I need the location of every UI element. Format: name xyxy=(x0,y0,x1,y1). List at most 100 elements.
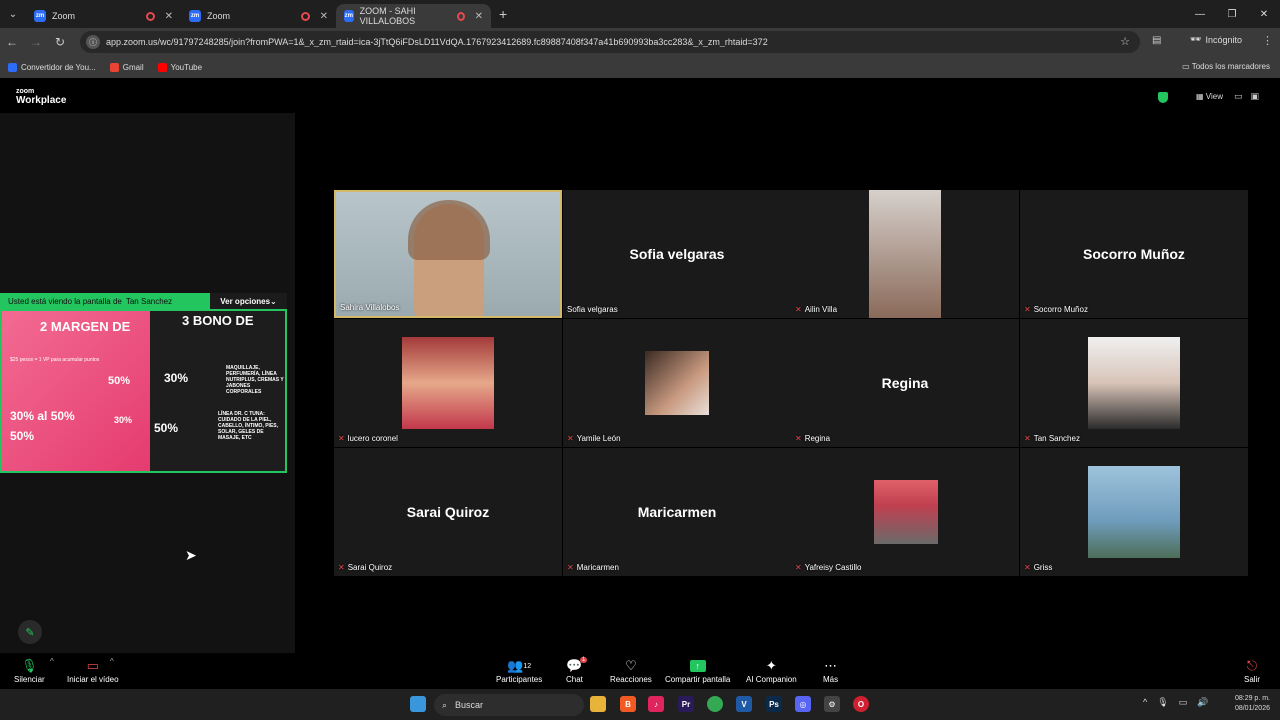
microphone-icon: 🎙 xyxy=(21,658,38,673)
file-explorer-icon[interactable] xyxy=(590,696,606,712)
tray-expand-icon[interactable]: ^ xyxy=(1143,697,1147,708)
video-tile[interactable]: Sahira Villalobos xyxy=(334,190,562,318)
heart-icon: ♡ xyxy=(625,658,637,673)
view-button[interactable]: ▦ View xyxy=(1196,92,1223,101)
chat-button[interactable]: 💬 1 Chat xyxy=(566,657,588,684)
tab-search-icon[interactable]: ⌄ xyxy=(0,0,26,28)
participant-name: Socorro Muñoz xyxy=(1033,305,1088,314)
opera-icon[interactable]: O xyxy=(853,696,869,712)
video-tile[interactable]: Socorro Muñoz ✕ Socorro Muñoz xyxy=(1020,190,1248,318)
participant-name: Tan Sanchez xyxy=(1033,434,1080,443)
all-bookmarks-label: Todos los marcadores xyxy=(1191,62,1270,71)
close-tab-icon[interactable]: ✕ xyxy=(165,11,173,22)
leave-button[interactable]: ⎋ Salir xyxy=(1244,657,1260,684)
converter-icon xyxy=(8,62,17,72)
encryption-shield-icon[interactable] xyxy=(1158,92,1168,103)
incognito-indicator[interactable]: 🕶 Incógnito xyxy=(1190,34,1242,45)
participant-name: Yafreisy Castillo xyxy=(804,563,862,572)
participants-button[interactable]: 👥 12 Participantes xyxy=(496,657,542,684)
discord-icon[interactable]: ◎ xyxy=(795,696,811,712)
share-screen-button[interactable]: ↑ Compartir pantalla xyxy=(665,657,730,684)
video-tile[interactable]: Sarai Quiroz ✕ Sarai Quiroz xyxy=(334,448,562,576)
minimize-view-icon[interactable]: ▭ xyxy=(1234,91,1243,102)
photoshop-icon[interactable]: Ps xyxy=(766,696,782,712)
system-tray: ^ 🎙 ▭ 🔊 xyxy=(1143,697,1208,708)
network-icon[interactable]: ▭ xyxy=(1179,697,1188,708)
zoom-favicon-icon: zm xyxy=(344,10,354,22)
taskbar-search[interactable]: ⌕ Buscar xyxy=(434,694,584,716)
more-button[interactable]: ⋯ Más xyxy=(823,657,838,684)
reload-icon[interactable]: ↻ xyxy=(48,35,72,49)
video-options-chevron-icon[interactable]: ^ xyxy=(110,657,114,666)
participant-display-name: Socorro Muñoz xyxy=(1083,246,1185,262)
tile-name: ✕ Tan Sanchez xyxy=(1024,434,1080,443)
browser-tab-2[interactable]: zm Zoom ✕ xyxy=(181,4,336,28)
mic-muted-icon: ✕ xyxy=(338,434,345,443)
tiktok-icon[interactable]: ♪ xyxy=(648,696,664,712)
close-window-icon[interactable]: ✕ xyxy=(1248,0,1280,28)
presenter-name: Tan Sanchez xyxy=(125,296,173,306)
participant-display-name: Sofia velgaras xyxy=(629,246,725,262)
mic-muted-icon: ✕ xyxy=(1024,305,1031,314)
fullscreen-icon[interactable]: ▣ xyxy=(1251,91,1260,102)
view-options-button[interactable]: Ver opciones ⌄ xyxy=(210,293,287,309)
gallery-grid: Sahira Villalobos Sofia velgaras Sofia v… xyxy=(334,190,1249,577)
brave-icon[interactable]: B xyxy=(620,696,636,712)
visio-icon[interactable]: V xyxy=(736,696,752,712)
close-tab-icon[interactable]: ✕ xyxy=(320,11,328,22)
annotate-pencil-icon[interactable]: ✎ xyxy=(18,620,42,644)
logo-bottom: Workplace xyxy=(16,95,67,106)
browser-tab-1[interactable]: zm Zoom ✕ xyxy=(26,4,181,28)
minimize-icon[interactable]: — xyxy=(1184,0,1216,28)
bookmark-gmail[interactable]: Gmail xyxy=(109,62,144,72)
slide-pct-b: 50% xyxy=(108,375,131,387)
clock-date: 08/01/2026 xyxy=(1234,705,1270,712)
mouse-cursor-icon: ➤ xyxy=(185,547,197,563)
clock[interactable]: 08:29 p. m. 08/01/2026 xyxy=(1226,694,1270,714)
premiere-icon[interactable]: Pr xyxy=(678,696,694,712)
video-tile[interactable]: ✕ Griss xyxy=(1020,448,1248,576)
participant-video xyxy=(869,190,941,318)
forward-icon[interactable]: → xyxy=(24,35,48,49)
close-tab-icon[interactable]: ✕ xyxy=(475,11,483,22)
video-tile[interactable]: Maricarmen ✕ Maricarmen xyxy=(563,448,791,576)
video-tile[interactable]: ✕ Yamile León xyxy=(563,319,791,447)
browser-menu-icon[interactable]: ⋮ xyxy=(1262,34,1273,47)
gmail-icon xyxy=(109,62,119,72)
reactions-button[interactable]: ♡ Reacciones xyxy=(610,657,652,684)
reading-mode-icon[interactable]: ▤ xyxy=(1152,35,1161,46)
settings-icon[interactable]: ⚙ xyxy=(824,696,840,712)
bookmark-label: YouTube xyxy=(170,62,203,72)
shared-screen[interactable]: 2 MARGEN DE 3 BONO DE $25 pesos = 1 VP p… xyxy=(0,309,287,473)
volume-icon[interactable]: 🔊 xyxy=(1197,697,1208,708)
site-info-icon[interactable]: ⓘ xyxy=(86,35,100,49)
window-controls: — ❐ ✕ xyxy=(1184,0,1280,28)
mute-button[interactable]: 🎙 Silenciar xyxy=(14,657,45,684)
ai-companion-button[interactable]: ✦ AI Companion xyxy=(746,657,797,684)
chrome-icon[interactable] xyxy=(707,696,723,712)
maximize-icon[interactable]: ❐ xyxy=(1216,0,1248,28)
video-tile[interactable]: ✕ lucero coronel xyxy=(334,319,562,447)
bookmark-star-icon[interactable]: ☆ xyxy=(1120,35,1130,48)
all-bookmarks[interactable]: ▭ Todos los marcadores xyxy=(1182,62,1270,71)
video-tile[interactable]: ✕ Tan Sanchez xyxy=(1020,319,1248,447)
search-icon: ⌕ xyxy=(442,699,448,710)
header-icons: ▭ ▣ xyxy=(1234,91,1259,102)
zoom-header: zoom Workplace ▦ View ▭ ▣ xyxy=(0,81,1280,113)
slide-left-panel xyxy=(2,311,152,471)
url-input[interactable]: ⓘ app.zoom.us/wc/91797248285/join?fromPW… xyxy=(80,31,1140,53)
browser-tab-3[interactable]: zm ZOOM - SAHI VILLALOBOS ✕ xyxy=(336,4,491,28)
video-tile[interactable]: Regina ✕ Regina xyxy=(791,319,1019,447)
bookmark-converter[interactable]: Convertidor de You... xyxy=(8,62,96,72)
microphone-tray-icon[interactable]: 🎙 xyxy=(1157,697,1168,708)
windows-start-icon[interactable] xyxy=(410,696,426,712)
zoom-favicon-icon: zm xyxy=(189,10,201,22)
video-tile[interactable]: ✕ Ailin Villa xyxy=(791,190,1019,318)
chat-badge: 1 xyxy=(580,657,588,663)
new-tab-icon[interactable]: + xyxy=(499,6,507,22)
back-icon[interactable]: ← xyxy=(0,35,24,49)
bookmark-youtube[interactable]: YouTube xyxy=(157,62,203,72)
video-tile[interactable]: Sofia velgaras Sofia velgaras xyxy=(563,190,791,318)
video-tile[interactable]: ✕ Yafreisy Castillo xyxy=(791,448,1019,576)
audio-options-chevron-icon[interactable]: ^ xyxy=(50,657,54,666)
